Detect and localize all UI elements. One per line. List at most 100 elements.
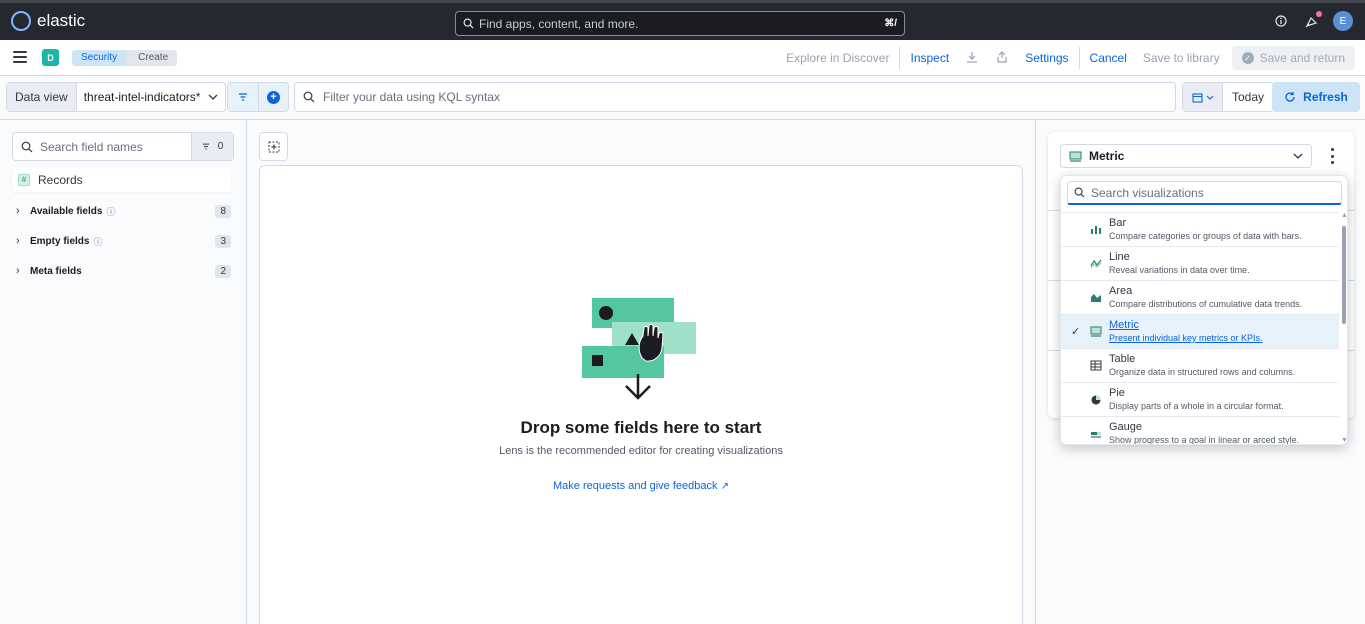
info-icon[interactable]: ⓘ: [106, 205, 115, 218]
notification-dot: [1316, 11, 1322, 17]
vis-option-line[interactable]: Line Reveal variations in data over time…: [1061, 246, 1339, 280]
date-picker[interactable]: Today: [1182, 82, 1275, 112]
filter-count: 0: [217, 141, 224, 152]
available-fields-group[interactable]: › Available fields ⓘ 8: [16, 203, 231, 219]
global-search-input[interactable]: Find apps, content, and more. ⌘/: [455, 11, 905, 36]
records-label: Records: [38, 173, 83, 187]
records-field[interactable]: # Records: [12, 168, 231, 192]
global-header: elastic Find apps, content, and more. ⌘/…: [0, 0, 1365, 40]
available-fields-count: 8: [215, 204, 231, 218]
calendar-icon: [1191, 92, 1203, 103]
save-and-return-button[interactable]: ✓ Save and return: [1231, 46, 1355, 70]
empty-fields-group[interactable]: › Empty fields ⓘ 3: [16, 233, 231, 249]
selected-visualization: Metric: [1089, 149, 1125, 163]
search-icon: [21, 141, 33, 152]
vis-option-metric[interactable]: ✓ Metric Present individual key metrics …: [1061, 314, 1339, 348]
data-view-label: Data view: [7, 83, 77, 111]
vis-option-title: Line: [1109, 251, 1130, 263]
field-search-placeholder: Search field names: [40, 139, 143, 154]
vis-option-title: Metric: [1109, 319, 1139, 331]
chevron-down-icon: [208, 94, 218, 100]
line-chart-icon: [1090, 259, 1102, 269]
vis-option-title: Bar: [1109, 217, 1127, 229]
share-icon[interactable]: [987, 50, 1017, 66]
divider: [1078, 47, 1080, 69]
cancel-button[interactable]: Cancel: [1082, 51, 1135, 65]
help-icon[interactable]: [1273, 13, 1289, 29]
explore-in-discover-button[interactable]: Explore in Discover: [778, 51, 897, 65]
external-link-icon: ↗: [720, 481, 729, 492]
save-and-return-label: Save and return: [1259, 51, 1345, 65]
menu-icon[interactable]: [13, 51, 27, 63]
inspect-button[interactable]: Inspect: [902, 51, 957, 65]
vis-option-description: Compare distributions of cumulative data…: [1109, 299, 1303, 309]
feedback-link[interactable]: Make requests and give feedback ↗: [260, 480, 1022, 492]
user-avatar[interactable]: E: [1333, 11, 1353, 31]
visualization-search-placeholder: Search visualizations: [1091, 185, 1204, 200]
elastic-logo[interactable]: elastic: [11, 11, 85, 31]
breadcrumb: Security Create: [72, 50, 178, 66]
scroll-down-icon[interactable]: ▼: [1341, 437, 1347, 444]
date-range-label[interactable]: Today: [1223, 83, 1273, 111]
data-view-picker[interactable]: Data view threat-intel-indicators*: [6, 82, 227, 112]
visualization-search-input[interactable]: Search visualizations: [1067, 181, 1342, 205]
field-type-filter-button[interactable]: 0: [191, 133, 233, 160]
scroll-up-icon[interactable]: ▲: [1341, 212, 1347, 219]
pie-chart-icon: [1091, 395, 1101, 405]
meta-fields-group[interactable]: › Meta fields 2: [16, 263, 231, 279]
vis-option-title: Gauge: [1109, 421, 1143, 433]
settings-button[interactable]: Settings: [1017, 51, 1076, 65]
search-icon: [1074, 187, 1085, 198]
visualization-type-dropdown[interactable]: Metric: [1060, 144, 1312, 168]
vis-option-gauge[interactable]: Gauge Show progress to a goal in linear …: [1061, 416, 1339, 444]
filter-icon: [239, 93, 247, 101]
bar-chart-icon: [1091, 226, 1101, 234]
refresh-button[interactable]: Refresh: [1272, 82, 1360, 112]
vis-option-area[interactable]: Area Compare distributions of cumulative…: [1061, 280, 1339, 314]
vis-option-pie[interactable]: Pie Display parts of a whole in a circul…: [1061, 382, 1339, 416]
kql-query-input[interactable]: Filter your data using KQL syntax: [294, 82, 1176, 112]
feedback-link-label: Make requests and give feedback: [553, 480, 718, 492]
calendar-quick-menu-button[interactable]: [1183, 83, 1223, 111]
news-feed-icon[interactable]: [1303, 11, 1322, 29]
refresh-label: Refresh: [1303, 90, 1348, 104]
check-icon: ✓: [1071, 326, 1081, 338]
vis-option-title: Table: [1109, 353, 1136, 365]
download-icon[interactable]: [957, 51, 987, 66]
visualization-list: Bar Compare categories or groups of data…: [1061, 212, 1339, 444]
scroll-thumb[interactable]: [1342, 226, 1346, 324]
vis-option-description: Present individual key metrics or KPIs.: [1109, 333, 1263, 343]
vis-option-description: Compare categories or groups of data wit…: [1109, 231, 1302, 241]
meta-fields-count: 2: [215, 264, 231, 278]
add-filter-button[interactable]: +: [258, 83, 288, 111]
suggestions-toggle-button[interactable]: [259, 132, 288, 161]
drop-zone-subtitle: Lens is the recommended editor for creat…: [499, 445, 783, 457]
drag-drop-illustration: [582, 298, 696, 400]
refresh-icon: [1285, 92, 1295, 102]
save-to-library-button[interactable]: Save to library: [1135, 51, 1228, 65]
vis-option-table[interactable]: Table Organize data in structured rows a…: [1061, 348, 1339, 382]
field-list-panel: Search field names 0 # Records › Availab…: [0, 120, 247, 624]
query-bar: Data view threat-intel-indicators* + Fil…: [0, 76, 1365, 120]
vis-option-description: Organize data in structured rows and col…: [1109, 367, 1296, 377]
meta-fields-label: Meta fields: [30, 265, 82, 277]
global-search-placeholder: Find apps, content, and more.: [479, 16, 639, 31]
breadcrumb-create: Create: [126, 50, 178, 66]
elastic-logo-icon: [11, 11, 31, 31]
breadcrumb-security[interactable]: Security: [72, 50, 127, 66]
kql-placeholder: Filter your data using KQL syntax: [323, 90, 500, 104]
available-fields-label: Available fields: [30, 205, 103, 217]
layer-actions-icon[interactable]: [1329, 148, 1335, 164]
filter-options-button[interactable]: [228, 83, 258, 111]
metric-icon: [1090, 326, 1102, 337]
info-icon[interactable]: ⓘ: [93, 235, 102, 248]
drop-zone[interactable]: Drop some fields here to start Lens is t…: [259, 165, 1023, 624]
field-search-input[interactable]: Search field names 0: [12, 132, 234, 161]
drop-zone-title: Drop some fields here to start: [520, 418, 762, 437]
vis-option-bar[interactable]: Bar Compare categories or groups of data…: [1061, 212, 1339, 246]
metric-icon: [1069, 151, 1082, 162]
filter-icon: [202, 143, 209, 150]
popover-scrollbar[interactable]: ▲ ▼: [1341, 212, 1347, 444]
empty-fields-count: 3: [215, 234, 231, 248]
space-avatar[interactable]: D: [42, 49, 59, 66]
